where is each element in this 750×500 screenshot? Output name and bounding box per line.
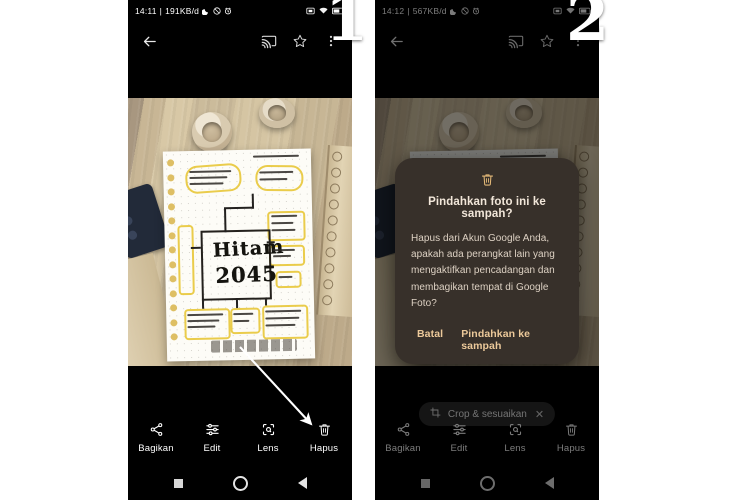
toolbar-label-lens: Lens [257, 443, 279, 454]
toolbar-item-share[interactable]: Bagikan [130, 420, 182, 454]
phone-screen-1: 14:11 | 191KB/d Hitam 2045 Bagikan Edit … [128, 0, 352, 500]
handwritten-note-sheet: Hitam 2045 [162, 148, 316, 362]
note-stroke [235, 298, 239, 309]
dialog-body: Hapus dari Akun Google Anda, apakah ada … [411, 233, 555, 309]
back-icon[interactable] [297, 477, 307, 489]
toolbar-label-delete: Hapus [309, 443, 339, 454]
delete-confirmation-dialog: Pindahkan foto ini ke sampah? Hapus dari… [395, 158, 579, 364]
alarm-icon [224, 7, 232, 15]
trash-icon [317, 420, 332, 438]
toolbar-label-edit: Edit [203, 443, 221, 454]
status-bar-left: 14:11 | 191KB/d [135, 6, 232, 16]
home-icon[interactable] [232, 475, 248, 491]
tape-roll-object [192, 112, 232, 152]
trash-icon [411, 172, 563, 187]
toolbar-item-edit[interactable]: Edit [186, 420, 238, 454]
cast-icon[interactable] [258, 30, 280, 52]
recents-icon[interactable] [173, 478, 183, 488]
lens-icon [261, 420, 276, 438]
note-caption [210, 338, 298, 353]
dialog-actions: Batal Pindahkan ke sampah [411, 328, 563, 352]
step-badge-1: 1 [325, 0, 369, 55]
bottom-toolbar: Bagikan Edit Lens Hapus [128, 408, 352, 466]
status-separator: | [159, 6, 163, 16]
note-stroke [201, 298, 205, 309]
step-badge-2: 2 [566, 0, 610, 55]
comparison-figure: 14:11 | 191KB/d Hitam 2045 Bagikan Edit … [0, 0, 750, 500]
note-title-line-2: 2045 [214, 260, 279, 289]
note-stroke [224, 208, 227, 233]
share-icon [149, 420, 164, 438]
phone-screen-2: 14:12 | 567KB/d [375, 0, 599, 500]
note-stroke [223, 206, 255, 210]
photo-viewer[interactable]: Hitam 2045 [128, 98, 352, 366]
toolbar-item-delete[interactable]: Hapus [298, 420, 350, 454]
status-time: 14:11 [135, 6, 157, 16]
moon-icon [202, 7, 210, 15]
app-bar [128, 22, 352, 60]
do-not-disturb-icon [213, 7, 221, 15]
back-arrow-icon[interactable] [138, 30, 160, 52]
toolbar-item-lens[interactable]: Lens [242, 420, 294, 454]
note-stroke [190, 246, 201, 250]
status-data-rate: 191KB/d [165, 6, 200, 16]
screenshot-icon [306, 7, 315, 15]
status-bar: 14:11 | 191KB/d [128, 0, 352, 22]
android-nav-bar [128, 466, 352, 500]
cancel-button[interactable]: Batal [417, 328, 443, 352]
highlight-box-3 [275, 270, 302, 289]
star-icon[interactable] [289, 30, 311, 52]
note-stroke [264, 297, 268, 306]
toolbar-label-share: Bagikan [138, 443, 174, 454]
tape-roll-object-2 [259, 98, 295, 128]
highlight-box-7 [177, 224, 195, 296]
move-to-trash-button[interactable]: Pindahkan ke sampah [461, 328, 563, 352]
dialog-title: Pindahkan foto ini ke sampah? [428, 196, 546, 220]
edit-icon [205, 420, 220, 438]
note-stroke [251, 193, 255, 209]
